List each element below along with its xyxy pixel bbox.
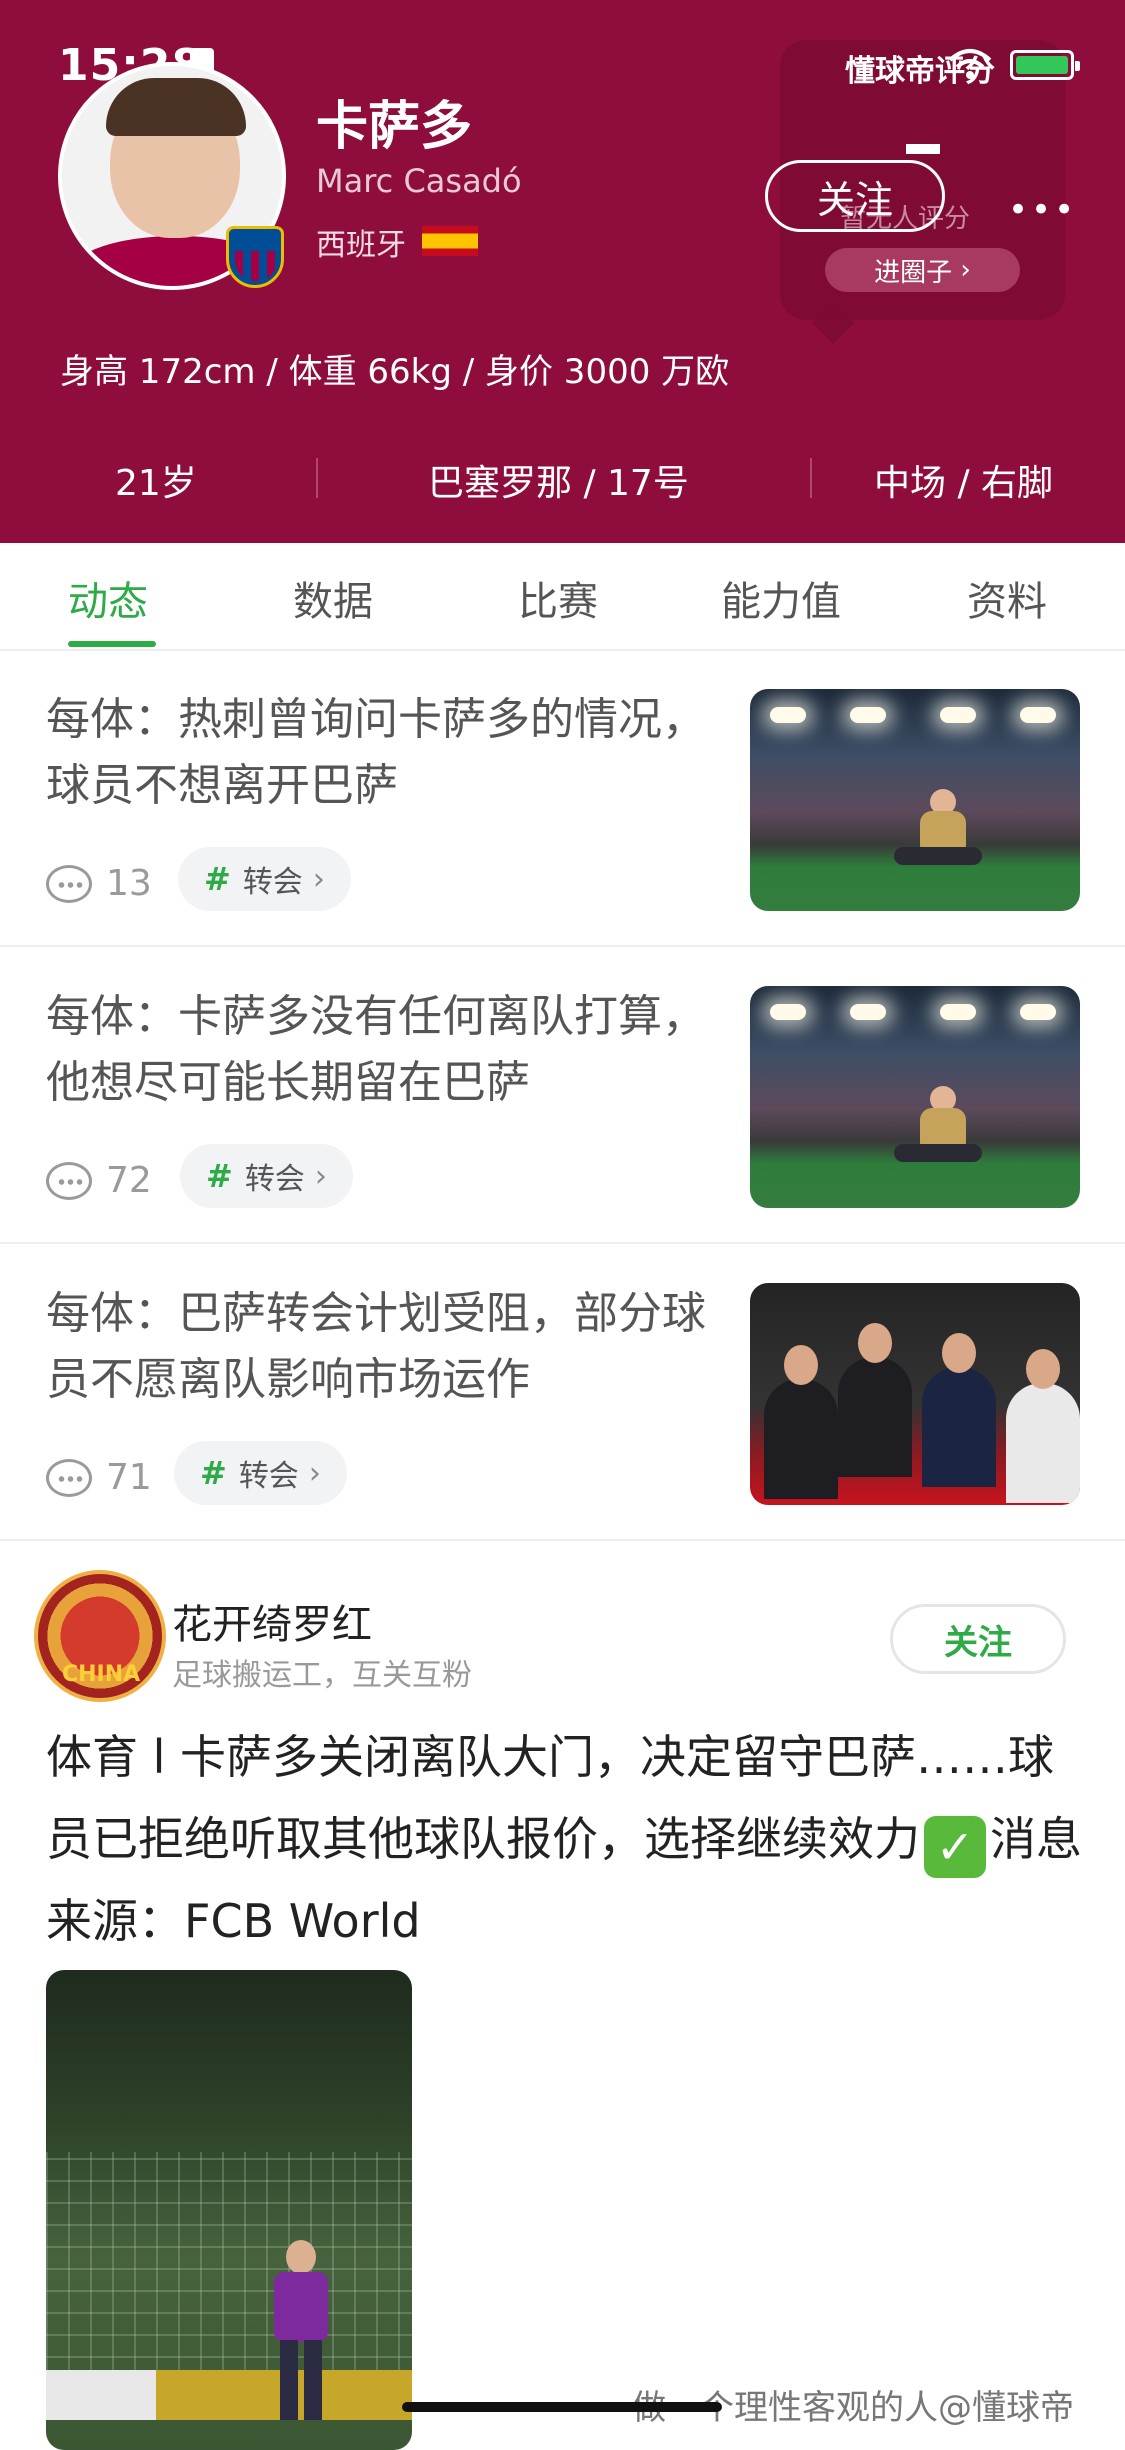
player-name-cn: 卡萨多 (316, 97, 473, 157)
tab-feed[interactable]: 动态 (68, 569, 148, 627)
topic-tag[interactable]: # 转会 › (174, 1441, 347, 1505)
comment-icon (46, 1459, 92, 1497)
post-text[interactable]: 体育 l 卡萨多关闭离队大门，决定留守巴萨……球员已拒绝听取其他球队报价，选择继… (46, 1716, 1086, 1962)
comment-count: 72 (106, 1160, 152, 1201)
news-item[interactable]: 每体：卡萨多没有任何离队打算，他想尽可能长期留在巴萨 72 # 转会 › (0, 948, 1125, 1244)
enter-circle-label: 进圈子 (874, 257, 953, 288)
comment-icon (46, 865, 92, 903)
news-title: 每体：热刺曾询问卡萨多的情况，球员不想离开巴萨 (46, 694, 706, 811)
avatar-badge-text: CHINA (62, 1662, 141, 1687)
wifi-icon (948, 49, 992, 79)
player-tabs: 动态 数据 比赛 能力值 资料 (0, 543, 1125, 651)
topic-tag-label: 转会 (242, 865, 303, 900)
news-item[interactable]: 每体：巴萨转会计划受阻，部分球员不愿离队影响市场运作 71 # 转会 › (0, 1245, 1125, 1541)
news-title: 每体：卡萨多没有任何离队打算，他想尽可能长期留在巴萨 (46, 991, 706, 1108)
post-author-avatar[interactable]: CHINA (34, 1570, 166, 1702)
news-item[interactable]: 每体：热刺曾询问卡萨多的情况，球员不想离开巴萨 13 # 转会 › (0, 651, 1125, 947)
player-club-number: 巴塞罗那 / 17号 (428, 463, 689, 504)
player-name-en: Marc Casadó (316, 162, 522, 200)
tab-ability[interactable]: 能力值 (721, 569, 841, 627)
tab-profile[interactable]: 资料 (967, 569, 1047, 627)
info-divider (316, 458, 318, 498)
player-age: 21岁 (115, 463, 197, 504)
spain-flag-icon (422, 226, 478, 256)
news-title: 每体：巴萨转会计划受阻，部分球员不愿离队影响市场运作 (46, 1288, 706, 1405)
player-body-stats: 身高 172cm / 体重 66kg / 身价 3000 万欧 (60, 352, 730, 392)
news-thumbnail (750, 689, 1080, 911)
rating-dash (906, 144, 940, 154)
topic-tag-label: 转会 (238, 1459, 299, 1494)
hashtag-icon: # (206, 1157, 233, 1195)
player-header: 15:28 懂球帝评分 暂无人评分 进圈子 › 卡萨多 Marc Casadó … (0, 0, 1125, 543)
follow-user-button[interactable]: 关注 (890, 1604, 1066, 1674)
chevron-right-icon: › (314, 1158, 327, 1194)
chevron-right-icon: › (308, 1455, 321, 1491)
active-tab-indicator (68, 641, 156, 647)
post-username[interactable]: 花开绮罗红 (172, 1592, 372, 1650)
comment-icon (46, 1162, 92, 1200)
comment-count: 71 (106, 1457, 152, 1498)
more-options-icon[interactable]: ••• (1008, 190, 1077, 230)
hashtag-icon: # (204, 860, 231, 898)
hashtag-icon: # (200, 1454, 227, 1492)
topic-tag[interactable]: # 转会 › (180, 1144, 353, 1208)
tab-stats[interactable]: 数据 (293, 569, 373, 627)
check-mark-icon: ✓ (924, 1816, 986, 1878)
battery-icon (1010, 50, 1080, 80)
player-info-row: 21岁 巴塞罗那 / 17号 中场 / 右脚 (0, 440, 1125, 520)
news-thumbnail (750, 1283, 1080, 1505)
comment-count: 13 (106, 863, 152, 904)
follow-player-button[interactable]: 关注 (765, 160, 945, 232)
club-badge-icon (226, 226, 284, 288)
player-position-foot: 中场 / 右脚 (874, 463, 1054, 504)
post-user-bio: 足球搬运工，互关互粉 (172, 1658, 472, 1693)
post-image[interactable] (46, 1970, 412, 2450)
post-text-main: 体育 l 卡萨多关闭离队大门，决定留守巴萨……球员已拒绝听取其他球队报价，选择继… (46, 1730, 1055, 1866)
tab-matches[interactable]: 比赛 (518, 569, 598, 627)
topic-tag-label: 转会 (244, 1162, 305, 1197)
news-thumbnail (750, 986, 1080, 1208)
topic-tag[interactable]: # 转会 › (178, 847, 351, 911)
chevron-right-icon: › (312, 861, 325, 897)
info-divider (810, 458, 812, 498)
player-country: 西班牙 (316, 228, 406, 263)
home-indicator[interactable] (402, 2402, 722, 2412)
enter-circle-button[interactable]: 进圈子 › (825, 248, 1020, 292)
